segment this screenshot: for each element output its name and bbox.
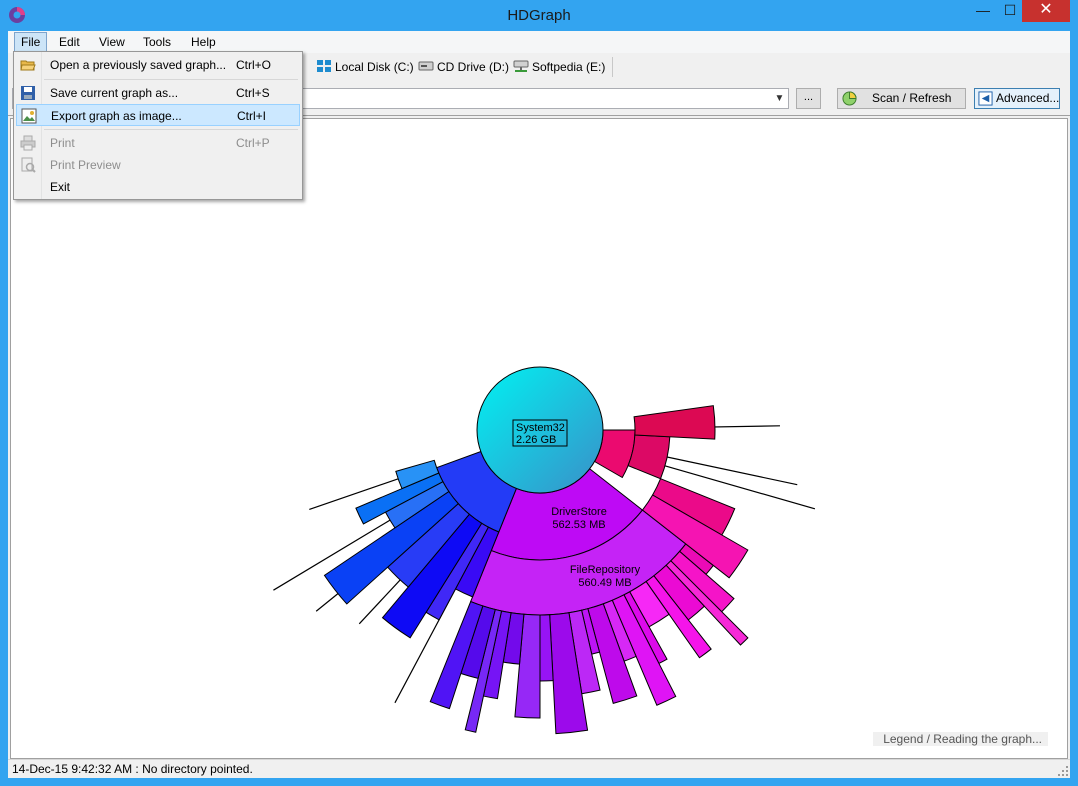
menu-file[interactable]: File bbox=[14, 32, 48, 52]
menu-item-print[interactable]: Print Ctrl+P bbox=[16, 132, 300, 154]
printer-icon bbox=[20, 135, 36, 151]
scan-refresh-button[interactable]: Scan / Refresh bbox=[837, 88, 966, 109]
segment-level2[interactable] bbox=[627, 434, 671, 480]
drive-label: Local Disk (C:) bbox=[335, 60, 414, 74]
drive-label: CD Drive (D:) bbox=[437, 60, 509, 74]
menu-item-label: Print Preview bbox=[50, 158, 121, 172]
menu-view[interactable]: View bbox=[93, 32, 131, 52]
app-window: HDGraph — ☐ ✕ File Edit View Tools Help … bbox=[0, 0, 1078, 786]
menu-item-label: Export graph as image... bbox=[51, 109, 182, 123]
toolbar-separator bbox=[612, 57, 613, 77]
segment-name-label: FileRepository bbox=[570, 564, 641, 576]
segment-size-label: 560.49 MB bbox=[578, 577, 631, 589]
browse-button[interactable]: ... bbox=[796, 88, 821, 109]
segment-name-label: DriverStore bbox=[551, 506, 607, 518]
menu-separator bbox=[44, 79, 298, 80]
print-preview-icon bbox=[21, 157, 36, 173]
menu-item-label: Print bbox=[50, 136, 75, 150]
menu-bar: File Edit View Tools Help bbox=[8, 31, 1070, 53]
menu-item-label: Open a previously saved graph... bbox=[50, 58, 227, 72]
menu-item-exit[interactable]: Exit bbox=[16, 176, 300, 198]
save-disk-icon bbox=[21, 86, 35, 100]
menu-separator bbox=[44, 129, 298, 130]
menu-edit[interactable]: Edit bbox=[53, 32, 86, 52]
close-button[interactable]: ✕ bbox=[1022, 0, 1070, 22]
root-name-label: System32 bbox=[516, 422, 565, 434]
drive-softpedia-e[interactable]: Softpedia (E:) bbox=[513, 58, 605, 76]
window-title: HDGraph bbox=[507, 7, 571, 24]
menu-item-shortcut: Ctrl+P bbox=[236, 136, 270, 150]
open-folder-icon bbox=[20, 60, 36, 71]
menu-item-save-graph[interactable]: Save current graph as... Ctrl+S bbox=[16, 82, 300, 104]
resize-grip-icon[interactable] bbox=[1058, 766, 1068, 776]
menu-item-shortcut: Ctrl+I bbox=[237, 109, 267, 123]
cd-drive-icon bbox=[418, 61, 434, 71]
segment-size-label: 562.53 MB bbox=[552, 519, 605, 531]
graph-area[interactable]: System32 2.26 GB DriverStore 562.53 MB F… bbox=[10, 118, 1068, 759]
root-size-label: 2.26 GB bbox=[516, 434, 556, 446]
file-menu-dropdown: Open a previously saved graph... Ctrl+O … bbox=[13, 51, 303, 200]
title-bar[interactable]: HDGraph — ☐ ✕ bbox=[0, 0, 1078, 31]
menu-item-label: Save current graph as... bbox=[50, 86, 179, 100]
advanced-label: Advanced... bbox=[996, 91, 1060, 105]
scan-refresh-label: Scan / Refresh bbox=[872, 91, 952, 105]
menu-item-open-graph[interactable]: Open a previously saved graph... Ctrl+O bbox=[16, 54, 300, 76]
menu-item-print-preview[interactable]: Print Preview bbox=[16, 154, 300, 176]
menu-tools[interactable]: Tools bbox=[137, 32, 177, 52]
advanced-button[interactable]: Advanced... bbox=[974, 88, 1060, 109]
segment-subfolder[interactable] bbox=[633, 405, 716, 440]
drive-label: Softpedia (E:) bbox=[532, 60, 606, 74]
menu-item-shortcut: Ctrl+S bbox=[236, 86, 270, 100]
status-bar: 14-Dec-15 9:42:32 AM : No directory poin… bbox=[8, 759, 1070, 778]
status-text: 14-Dec-15 9:42:32 AM : No directory poin… bbox=[12, 762, 253, 776]
maximize-button[interactable]: ☐ bbox=[997, 0, 1023, 22]
export-image-icon bbox=[21, 108, 37, 124]
minimize-button[interactable]: — bbox=[970, 0, 996, 22]
segment-ray bbox=[647, 452, 798, 486]
advanced-settings-icon bbox=[978, 91, 993, 106]
menu-item-export-image[interactable]: Export graph as image... Ctrl+I bbox=[16, 104, 300, 126]
drive-local-disk-c[interactable]: Local Disk (C:) bbox=[316, 58, 414, 76]
hard-disk-icon bbox=[317, 60, 331, 72]
drive-cd-d[interactable]: CD Drive (D:) bbox=[418, 58, 509, 76]
menu-help[interactable]: Help bbox=[185, 32, 222, 52]
disk-usage-sunburst[interactable]: System32 2.26 GB DriverStore 562.53 MB F… bbox=[11, 119, 1067, 758]
scan-pie-icon bbox=[842, 91, 857, 106]
menu-item-label: Exit bbox=[50, 180, 71, 194]
legend-link[interactable]: Legend / Reading the graph... bbox=[873, 732, 1048, 746]
menu-item-shortcut: Ctrl+O bbox=[236, 58, 272, 72]
network-drive-icon bbox=[513, 60, 529, 72]
chevron-down-icon[interactable]: ▼ bbox=[771, 89, 788, 108]
